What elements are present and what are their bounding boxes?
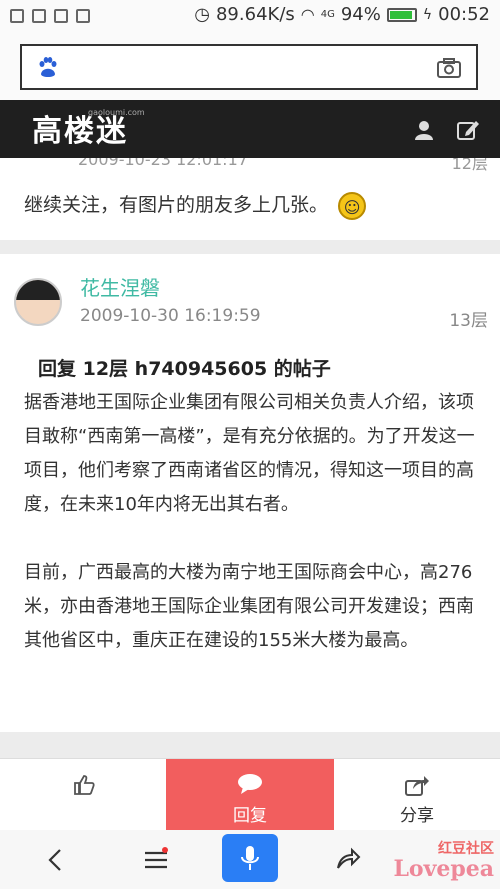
microphone-icon	[241, 846, 259, 870]
network-type: 4G	[320, 9, 335, 20]
edit-icon[interactable]	[456, 118, 480, 142]
post-floor: 13层	[449, 311, 488, 331]
message-notification-icon	[54, 9, 68, 23]
chat-notification-icon	[76, 9, 90, 23]
post-body: 据香港地王国际企业集团有限公司相关负责人介绍，该项目敢称“西南第一高楼”，是有充…	[24, 386, 479, 692]
share-button[interactable]: 分享	[334, 759, 500, 831]
baidu-paw-icon[interactable]	[36, 56, 60, 80]
share-icon	[405, 776, 429, 796]
battery-percent: 94%	[340, 4, 381, 25]
previous-post-floor: 12层	[451, 158, 488, 173]
share-label: 分享	[400, 806, 434, 826]
like-button[interactable]	[0, 759, 166, 831]
wifi-icon: ◠	[300, 5, 315, 24]
previous-post-card: 2009-10-23 12:01:17 12层 继续关注，有图片的朋友多上几张。…	[0, 158, 500, 240]
site-header: 高楼迷 gaoloumi.com	[0, 100, 500, 158]
grin-emoji-icon: ☺	[338, 191, 367, 220]
reply-title: 回复 12层 h740945605 的帖子	[38, 358, 331, 380]
browser-nav-bar: 红豆社区 Lovepea	[0, 830, 500, 889]
post-paragraph: 据香港地王国际企业集团有限公司相关负责人介绍，该项目敢称“西南第一高楼”，是有充…	[24, 392, 475, 515]
network-speed: 89.64K/s	[215, 4, 295, 25]
back-icon[interactable]	[42, 846, 70, 874]
charging-icon: ϟ	[422, 6, 433, 23]
action-bar: 回复 分享	[0, 758, 500, 831]
site-logo-subtext: gaoloumi.com	[88, 108, 145, 117]
battery-icon	[386, 7, 417, 22]
previous-post-text: 继续关注，有图片的朋友多上几张。 ☺	[24, 190, 367, 220]
status-bar: ◷ 89.64K/s ◠ 4G 94% ϟ 00:52	[0, 0, 500, 34]
gallery-notification-icon	[32, 9, 46, 23]
previous-post-text-body: 继续关注，有图片的朋友多上几张。	[24, 194, 329, 216]
clock-time: 00:52	[438, 4, 490, 25]
reply-button[interactable]: 回复	[166, 759, 334, 831]
watermark-bottom: Lovepea	[393, 856, 494, 882]
browser-bar	[0, 34, 500, 100]
voice-search-button[interactable]	[222, 834, 278, 882]
status-right: ◷ 89.64K/s ◠ 4G 94% ϟ 00:52	[194, 4, 490, 25]
content-area[interactable]: 2009-10-23 12:01:17 12层 继续关注，有图片的朋友多上几张。…	[0, 158, 500, 758]
user-icon[interactable]	[412, 118, 436, 142]
camera-icon[interactable]	[436, 56, 462, 80]
comment-icon	[238, 774, 262, 794]
avatar[interactable]	[14, 278, 62, 326]
alarm-icon: ◷	[194, 4, 210, 25]
post-date: 2009-10-30 16:19:59	[80, 306, 261, 326]
post-username[interactable]: 花生涅磐	[80, 272, 160, 301]
reply-label: 回复	[233, 806, 267, 826]
search-input[interactable]	[20, 44, 478, 90]
image-notification-icon	[10, 9, 24, 23]
notification-icons	[10, 9, 90, 23]
notification-dot	[162, 847, 168, 853]
watermark-top: 红豆社区	[438, 841, 494, 857]
previous-post-date: 2009-10-23 12:01:17	[78, 158, 248, 169]
post-card: 花生涅磐 2009-10-30 16:19:59 13层 回复 12层 h740…	[0, 254, 500, 732]
forward-share-icon[interactable]	[334, 846, 362, 874]
thumbs-up-icon[interactable]	[72, 773, 96, 797]
post-paragraph: 目前，广西最高的大楼为南宁地王国际商会中心，高276米，亦由香港地王国际企业集团…	[24, 562, 474, 651]
